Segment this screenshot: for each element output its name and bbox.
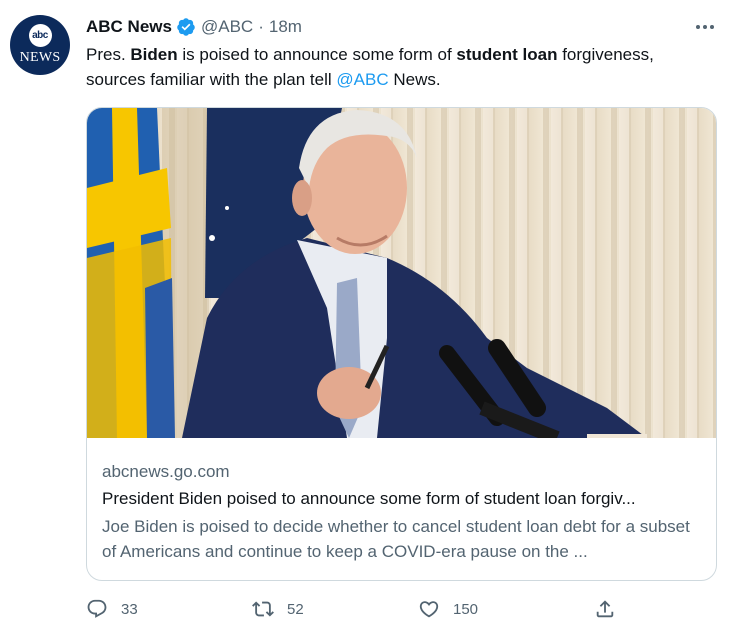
display-name[interactable]: ABC News xyxy=(86,17,172,37)
card-image[interactable] xyxy=(87,108,716,445)
timestamp[interactable]: 18m xyxy=(269,17,302,37)
more-options-icon[interactable] xyxy=(692,17,718,37)
handle[interactable]: @ABC xyxy=(201,17,253,37)
card-domain: abcnews.go.com xyxy=(102,462,230,481)
reply-icon xyxy=(86,598,108,620)
share-button[interactable] xyxy=(594,596,616,622)
abc-logo: abc xyxy=(28,24,52,47)
reply-count: 33 xyxy=(121,600,138,618)
retweet-count: 52 xyxy=(287,600,304,618)
reply-button[interactable]: 33 xyxy=(86,596,138,622)
action-bar: 33 52 150 xyxy=(86,596,626,622)
heart-icon xyxy=(418,598,440,620)
separator-dot: · xyxy=(258,17,264,36)
retweet-button[interactable]: 52 xyxy=(252,596,304,622)
mention-link[interactable]: @ABC xyxy=(336,70,388,89)
photo-joe-biden-at-podium xyxy=(87,108,716,445)
verified-badge-icon xyxy=(176,17,196,37)
retweet-icon xyxy=(252,598,274,620)
tweet[interactable]: abc NEWS ABC News @ABC · 18m Pres. Biden… xyxy=(0,0,731,640)
abc-logo-news-word: NEWS xyxy=(19,50,61,65)
tweet-text: Pres. Biden is poised to announce some f… xyxy=(86,42,716,92)
tweet-text-part: News. xyxy=(388,70,441,89)
share-icon xyxy=(594,598,616,620)
tweet-text-part: is poised to announce some form of xyxy=(177,45,457,64)
like-count: 150 xyxy=(453,600,479,618)
card-title: President Biden poised to announce some … xyxy=(102,489,636,508)
card-description: Joe Biden is poised to decide whether to… xyxy=(102,517,690,561)
like-button[interactable]: 150 xyxy=(418,596,478,622)
tweet-header: ABC News @ABC · 18m xyxy=(86,16,302,38)
tweet-text-part: Pres. xyxy=(86,45,131,64)
tweet-text-bold: Biden xyxy=(130,45,178,64)
link-card[interactable]: abcnews.go.com President Biden poised to… xyxy=(86,107,717,581)
tweet-text-bold: student loan xyxy=(456,45,558,64)
avatar[interactable]: abc NEWS xyxy=(10,15,70,75)
